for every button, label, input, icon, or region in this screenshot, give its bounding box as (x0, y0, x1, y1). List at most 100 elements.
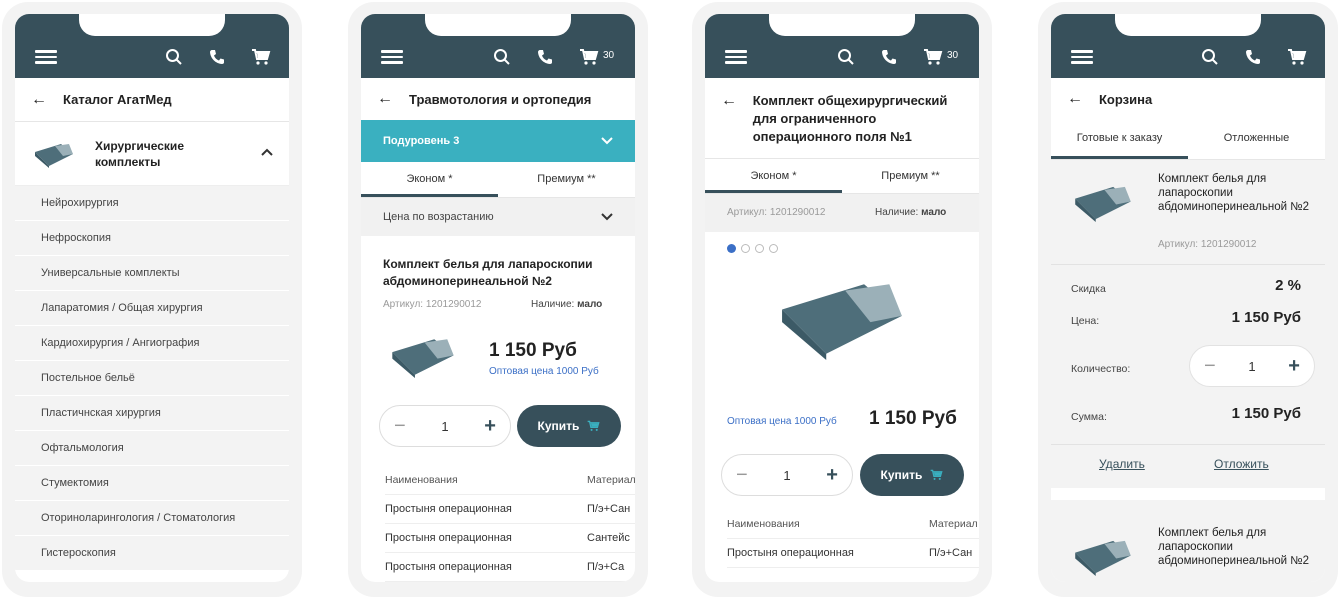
product-sku: Артикул: 1201290012 (383, 299, 482, 310)
phone-icon[interactable] (1245, 47, 1261, 67)
cart-item-summary: Комплект белья для лапароскопии абдомино… (1051, 160, 1325, 264)
gallery-dot[interactable] (769, 244, 778, 253)
phone-icon[interactable] (537, 47, 553, 67)
search-icon[interactable] (1201, 47, 1219, 67)
tariff-tabs: Эконом * Премиум ** (361, 162, 635, 198)
subcategory-list: Нейрохирургия Нефроскопия Универсальные … (15, 186, 289, 571)
cart-icon[interactable] (1287, 47, 1307, 67)
subcategory-item[interactable]: Кардиохирургия / Ангиография (15, 326, 289, 361)
postpone-link[interactable]: Отложить (1214, 457, 1269, 471)
sort-label: Цена по возрастанию (383, 211, 494, 223)
wholesale-price-link[interactable]: Оптовая цена 1000 Руб (727, 416, 837, 427)
row-material: Сантейс (587, 532, 630, 544)
subcategory-item[interactable]: Нефроскопия (15, 221, 289, 256)
back-arrow-icon[interactable]: ← (1067, 90, 1085, 108)
back-arrow-icon[interactable]: ← (31, 91, 49, 109)
product-gallery (705, 232, 979, 402)
composition-table: Наименования Материал Простыня операцион… (705, 510, 979, 568)
subcategory-item[interactable]: Пластичнская хирургия (15, 396, 289, 431)
tab-postponed[interactable]: Отложенные (1188, 120, 1325, 159)
screen-cart: ← Корзина Готовые к заказу Отложенные Ко… (1051, 14, 1325, 582)
row-name: Простыня операционная (385, 503, 512, 515)
delete-link[interactable]: Удалить (1099, 457, 1145, 471)
page-title: Травмотология и ортопедия (409, 91, 592, 107)
quantity-value[interactable]: 1 (783, 468, 790, 483)
wholesale-price-link[interactable]: Оптовая цена 1000 Руб (489, 366, 599, 377)
page-header: ← Комплект общехирургический для огранич… (705, 78, 979, 158)
page-title: Комплект общехирургический для ограничен… (752, 93, 948, 144)
purchase-row: − 1 + Купить (705, 450, 979, 510)
tab-econom[interactable]: Эконом * (705, 159, 842, 193)
cart-icon[interactable] (579, 47, 599, 67)
subcategory-item[interactable]: Оториноларингология / Стоматология (15, 501, 289, 536)
column-name: Наименования (727, 518, 800, 530)
blanket-image (782, 284, 902, 360)
hamburger-icon[interactable] (1071, 47, 1093, 67)
cart-icon[interactable] (251, 47, 271, 67)
quantity-stepper: − 1 + (1189, 345, 1315, 387)
price-row: Оптовая цена 1000 Руб 1 150 Руб (705, 402, 979, 450)
row-name: Простыня операционная (385, 561, 512, 573)
subcategory-item[interactable]: Офтальмология (15, 431, 289, 466)
cart-item-summary: Комплект белья для лапароскопии абдомино… (1051, 500, 1325, 582)
minus-icon[interactable]: − (394, 415, 406, 438)
row-material: П/э+Са (587, 561, 625, 573)
cart-icon[interactable] (923, 47, 943, 67)
plus-icon[interactable]: + (826, 464, 838, 487)
tariff-tabs: Эконом * Премиум ** (705, 158, 979, 194)
subcategory-item[interactable]: Постельное бельё (15, 361, 289, 396)
buy-label: Купить (537, 419, 580, 433)
subcategory-item[interactable]: Гистероскопия (15, 536, 289, 571)
plus-icon[interactable]: + (1288, 355, 1300, 378)
stock-status: Наличие: мало (531, 299, 602, 310)
subcategory-item[interactable]: Нейрохирургия (15, 186, 289, 221)
app-header: 30 (705, 14, 979, 78)
minus-icon[interactable]: − (736, 464, 748, 487)
hamburger-icon[interactable] (35, 47, 57, 67)
quantity-value[interactable]: 1 (1248, 359, 1255, 374)
phone-frame-category: 30 ← Травмотология и ортопедия Подуровен… (348, 2, 648, 597)
search-icon[interactable] (837, 47, 855, 67)
chevron-up-icon[interactable] (261, 148, 273, 156)
quantity-value[interactable]: 1 (441, 419, 448, 434)
minus-icon[interactable]: − (1204, 355, 1216, 378)
page-header: ← Каталог АгатМед (15, 78, 289, 122)
category-title: Хирургические комплекты (95, 139, 184, 169)
hamburger-icon[interactable] (381, 47, 403, 67)
tab-premium[interactable]: Премиум ** (842, 159, 979, 193)
row-name: Простыня операционная (385, 532, 512, 544)
product-name[interactable]: Комплект белья для лапароскопии абдомино… (1158, 172, 1318, 214)
back-arrow-icon[interactable]: ← (721, 92, 739, 110)
notch (425, 14, 571, 36)
phone-frame-product: 30 ← Комплект общехирургический для огра… (692, 2, 992, 597)
phone-icon[interactable] (209, 47, 225, 67)
search-icon[interactable] (165, 47, 183, 67)
buy-button[interactable]: Купить (860, 454, 964, 496)
product-name[interactable]: Комплект белья для лапароскопии абдомино… (383, 256, 619, 290)
sublevel-dropdown[interactable]: Подуровень 3 (361, 120, 635, 162)
subcategory-item[interactable]: Лапаратомия / Общая хирургия (15, 291, 289, 326)
page-header: ← Корзина (1051, 78, 1325, 120)
search-icon[interactable] (493, 47, 511, 67)
cart-icon (931, 469, 943, 480)
hamburger-icon[interactable] (725, 47, 747, 67)
buy-button[interactable]: Купить (517, 405, 621, 447)
back-arrow-icon[interactable]: ← (377, 90, 395, 108)
table-header: Наименования Материал (385, 466, 635, 495)
phone-icon[interactable] (881, 47, 897, 67)
tab-ready[interactable]: Готовые к заказу (1051, 120, 1188, 159)
subcategory-item[interactable]: Универсальные комплекты (15, 256, 289, 291)
notch (1115, 14, 1261, 36)
plus-icon[interactable]: + (484, 415, 496, 438)
row-material: П/э+Сан (929, 547, 973, 559)
gallery-dot-active[interactable] (727, 244, 736, 253)
product-name[interactable]: Комплект белья для лапароскопии абдомино… (1158, 526, 1318, 568)
sort-dropdown[interactable]: Цена по возрастанию (361, 198, 635, 236)
gallery-dot[interactable] (755, 244, 764, 253)
tab-premium[interactable]: Премиум ** (498, 162, 635, 197)
tab-econom[interactable]: Эконом * (361, 162, 498, 197)
category-header[interactable]: Хирургические комплекты (15, 122, 289, 186)
gallery-dot[interactable] (741, 244, 750, 253)
blanket-image (1075, 186, 1131, 222)
subcategory-item[interactable]: Стумектомия (15, 466, 289, 501)
